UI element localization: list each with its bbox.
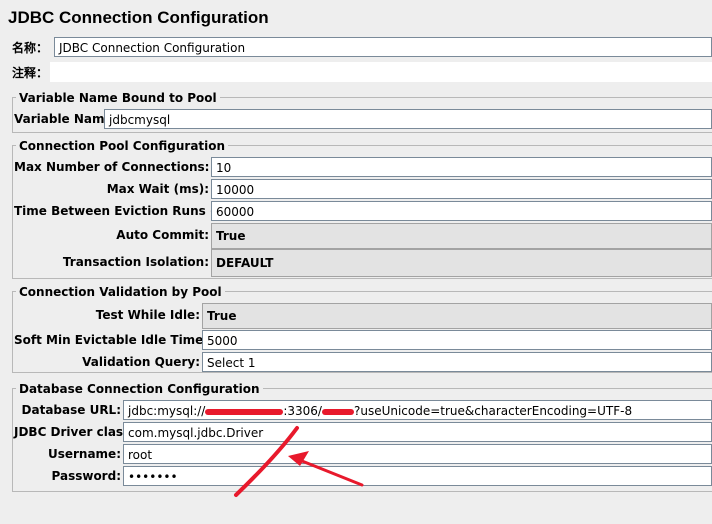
validation-query-label: Validation Query: <box>82 355 200 369</box>
variable-name-label: Variable Name: <box>14 112 118 126</box>
username-label: Username: <box>47 447 121 461</box>
max-wait-field[interactable]: 10000 <box>211 179 712 199</box>
driver-class-field[interactable]: com.mysql.jdbc.Driver <box>123 422 712 442</box>
isolation-select[interactable]: DEFAULT <box>211 249 712 277</box>
comment-field[interactable] <box>50 62 712 82</box>
username-field[interactable]: root <box>123 444 712 464</box>
max-connections-field[interactable]: 10 <box>211 157 712 177</box>
soft-min-field[interactable]: 5000 <box>202 330 712 350</box>
name-label: 名称： <box>12 41 49 55</box>
eviction-label: Time Between Eviction Runs (ms): <box>14 204 246 218</box>
variable-name-legend: Variable Name Bound to Pool <box>16 91 220 105</box>
password-label: Password: <box>51 469 122 483</box>
password-field[interactable]: ••••••• <box>123 466 712 486</box>
eviction-field[interactable]: 60000 <box>211 201 712 221</box>
variable-name-field[interactable]: jdbcmysql <box>104 109 712 129</box>
max-wait-label: Max Wait (ms): <box>106 182 209 196</box>
url-suffix: ?useUnicode=true&characterEncoding=UTF-8 <box>353 404 633 418</box>
database-url-field[interactable]: jdbc:mysql:// :3306/ ?useUnicode=true&char… <box>123 400 712 420</box>
validation-legend: Connection Validation by Pool <box>16 285 225 299</box>
soft-min-label: Soft Min Evictable Idle Time(ms): <box>14 333 239 347</box>
auto-commit-select[interactable]: True <box>211 223 712 249</box>
test-while-idle-select[interactable]: True <box>202 303 712 329</box>
comment-label: 注释： <box>12 66 49 80</box>
pool-legend: Connection Pool Configuration <box>16 139 229 153</box>
redaction-mark <box>321 408 354 415</box>
database-url-label: Database URL: <box>21 403 121 417</box>
page-title: JDBC Connection Configuration <box>8 8 269 27</box>
isolation-label: Transaction Isolation: <box>62 255 209 269</box>
url-prefix: jdbc:mysql:// <box>128 404 206 418</box>
max-connections-label: Max Number of Connections: <box>14 160 210 174</box>
redaction-mark <box>205 408 284 415</box>
name-field[interactable]: JDBC Connection Configuration <box>54 37 712 57</box>
driver-class-label: JDBC Driver class: <box>14 425 136 439</box>
test-while-idle-label: Test While Idle: <box>95 308 200 322</box>
auto-commit-label: Auto Commit: <box>116 228 209 242</box>
url-port: :3306/ <box>283 404 322 418</box>
validation-query-field[interactable]: Select 1 <box>202 352 712 372</box>
database-legend: Database Connection Configuration <box>16 382 263 396</box>
